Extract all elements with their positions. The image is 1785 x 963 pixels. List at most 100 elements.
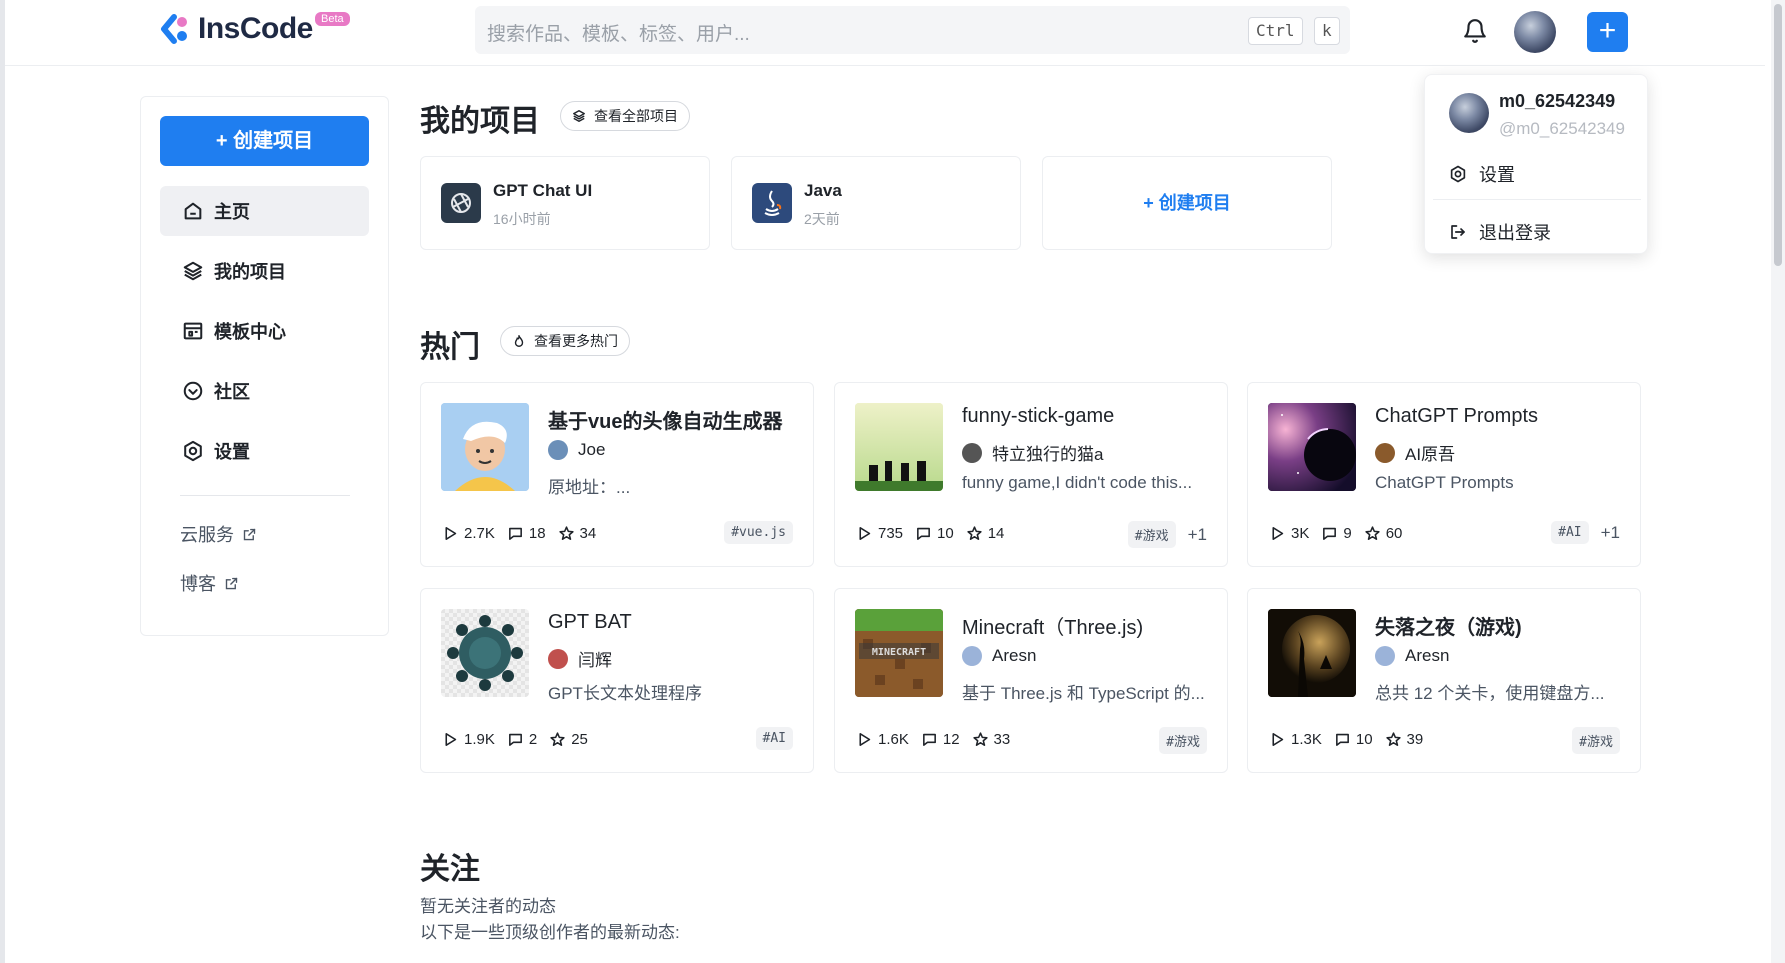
hot-card[interactable]: ChatGPT Prompts AI原吾 ChatGPT Prompts 3K … xyxy=(1247,382,1641,567)
hot-card-author[interactable]: Joe xyxy=(548,440,605,460)
dropdown-divider xyxy=(1433,199,1641,200)
hot-card-author[interactable]: AI原吾 xyxy=(1375,440,1455,465)
project-thumbnail xyxy=(441,403,529,491)
beta-badge: Beta xyxy=(315,12,350,26)
plays-stat: 735 xyxy=(856,525,903,542)
cloud-service-link[interactable]: 云服务 xyxy=(180,521,257,547)
sidebar-item-my-projects[interactable]: 我的项目 xyxy=(160,246,369,296)
user-avatar[interactable] xyxy=(1514,11,1556,53)
stars-stat[interactable]: 25 xyxy=(549,731,588,748)
hot-card-author[interactable]: Aresn xyxy=(1375,646,1449,666)
comments-stat: 9 xyxy=(1321,525,1352,542)
plays-stat: 1.3K xyxy=(1269,731,1322,748)
author-name: 特立独行的猫a xyxy=(992,445,1104,464)
scrollbar-thumb[interactable] xyxy=(1774,4,1782,266)
hot-card-stats: 3K 9 60 xyxy=(1269,525,1414,542)
play-icon xyxy=(859,527,871,540)
hot-card-stats: 2.7K 18 34 xyxy=(442,525,608,542)
plays-count: 1.6K xyxy=(878,731,909,748)
project-thumbnail: MINECRAFT xyxy=(855,609,943,697)
sidebar-item-settings[interactable]: 设置 xyxy=(160,426,369,476)
tag-badge[interactable]: #游戏 xyxy=(1159,727,1207,754)
more-tags-count[interactable]: +1 xyxy=(1601,523,1620,543)
notification-bell-icon[interactable] xyxy=(1462,18,1488,44)
brand-logo[interactable]: InsCode Beta xyxy=(160,12,350,46)
search-bar[interactable]: 搜索作品、模板、标签、用户... Ctrl k xyxy=(475,6,1350,54)
tag-badge[interactable]: #vue.js xyxy=(724,521,793,544)
sidebar-item-label: 社区 xyxy=(214,382,250,402)
hot-card[interactable]: GPT BAT 闫辉 GPT长文本处理程序 1.9K 2 25 #AI xyxy=(420,588,814,773)
hot-card[interactable]: 失落之夜（游戏) Aresn 总共 12 个关卡，使用键盘方... 1.3K 1… xyxy=(1247,588,1641,773)
project-name: GPT Chat UI xyxy=(493,181,593,200)
comments-count: 18 xyxy=(528,525,546,542)
project-card[interactable]: GPT Chat UI 16小时前 xyxy=(420,156,710,250)
hot-card[interactable]: 基于vue的头像自动生成器 Joe 原地址：... 2.7K 18 34 #vu… xyxy=(420,382,814,567)
hot-card-stats: 735 10 14 xyxy=(856,525,1016,542)
create-project-button[interactable]: + 创建项目 xyxy=(160,116,369,166)
project-thumbnail xyxy=(1268,403,1356,491)
view-all-projects-label: 查看全部项目 xyxy=(594,108,678,124)
plays-count: 735 xyxy=(878,525,904,542)
top-header: InsCode Beta 搜索作品、模板、标签、用户... Ctrl k + xyxy=(5,0,1765,66)
author-avatar xyxy=(962,442,982,463)
blog-link[interactable]: 博客 xyxy=(180,570,239,596)
project-time: 2天前 xyxy=(804,211,840,227)
hot-card-stats: 1.3K 10 39 xyxy=(1269,731,1435,748)
view-more-hot-button[interactable]: 查看更多热门 xyxy=(500,326,630,356)
hot-card[interactable]: funny-stick-game 特立独行的猫a funny game,I di… xyxy=(834,382,1228,567)
tag-badge[interactable]: #AI xyxy=(1551,521,1589,544)
hot-card[interactable]: MINECRAFT Minecraft（Three.js) Aresn 基于 T… xyxy=(834,588,1228,773)
dropdown-settings-item[interactable]: 设置 xyxy=(1449,161,1515,187)
stars-stat[interactable]: 60 xyxy=(1364,525,1403,542)
stars-count: 14 xyxy=(987,525,1005,542)
comment-icon xyxy=(1323,527,1337,540)
comments-count: 10 xyxy=(1355,731,1373,748)
stars-count: 39 xyxy=(1406,731,1424,748)
project-thumbnail xyxy=(1268,609,1356,697)
star-icon xyxy=(967,526,982,540)
sidebar-item-home[interactable]: 主页 xyxy=(160,186,369,236)
search-placeholder: 搜索作品、模板、标签、用户... xyxy=(487,24,750,45)
shortcut-ctrl-key: Ctrl xyxy=(1248,17,1303,45)
hot-card-author[interactable]: 特立独行的猫a xyxy=(962,440,1103,465)
hot-card-title: Minecraft（Three.js) xyxy=(962,617,1144,639)
stars-count: 60 xyxy=(1385,525,1403,542)
stars-stat[interactable]: 34 xyxy=(558,525,596,542)
view-all-projects-button[interactable]: 查看全部项目 xyxy=(560,101,690,131)
author-name: Aresn xyxy=(1405,646,1450,665)
comments-stat: 12 xyxy=(921,731,960,748)
plays-count: 1.3K xyxy=(1291,731,1322,748)
hot-card-author[interactable]: Aresn xyxy=(962,646,1036,666)
template-icon xyxy=(183,322,203,340)
tag-badge[interactable]: #AI xyxy=(755,727,793,750)
new-project-button[interactable]: + xyxy=(1587,12,1628,52)
tag-badge[interactable]: #游戏 xyxy=(1127,521,1176,548)
sidebar-item-community[interactable]: 社区 xyxy=(160,366,369,416)
hot-card-tags: #AI xyxy=(755,727,793,750)
more-tags-count[interactable]: +1 xyxy=(1188,525,1207,545)
dropdown-logout-item[interactable]: 退出登录 xyxy=(1449,219,1551,245)
external-link-icon xyxy=(243,528,256,540)
hot-card-author[interactable]: 闫辉 xyxy=(548,646,612,671)
hot-card-stats: 1.9K 2 25 xyxy=(442,731,600,748)
project-name: Java xyxy=(804,181,842,200)
comments-stat: 18 xyxy=(507,525,546,542)
project-card[interactable]: Java 2天前 xyxy=(731,156,1021,250)
stars-stat[interactable]: 33 xyxy=(972,731,1010,748)
create-project-card[interactable]: + 创建项目 xyxy=(1042,156,1332,250)
page-scrollbar[interactable] xyxy=(1771,0,1785,963)
hot-card-tags: #游戏 xyxy=(1159,727,1207,754)
dropdown-handle: @m0_62542349 xyxy=(1499,119,1625,138)
project-thumbnail xyxy=(855,403,943,491)
plays-stat: 3K xyxy=(1269,525,1309,542)
stars-stat[interactable]: 39 xyxy=(1385,731,1424,748)
stars-stat[interactable]: 14 xyxy=(966,525,1005,542)
comments-stat: 2 xyxy=(507,731,537,748)
comment-icon xyxy=(1335,733,1349,746)
sidebar-item-templates[interactable]: 模板中心 xyxy=(160,306,369,356)
my-projects-title: 我的项目 xyxy=(420,105,540,138)
logo-icon xyxy=(160,12,194,46)
blog-label: 博客 xyxy=(180,574,216,594)
tag-badge[interactable]: #游戏 xyxy=(1572,727,1620,754)
comments-count: 2 xyxy=(528,731,538,748)
